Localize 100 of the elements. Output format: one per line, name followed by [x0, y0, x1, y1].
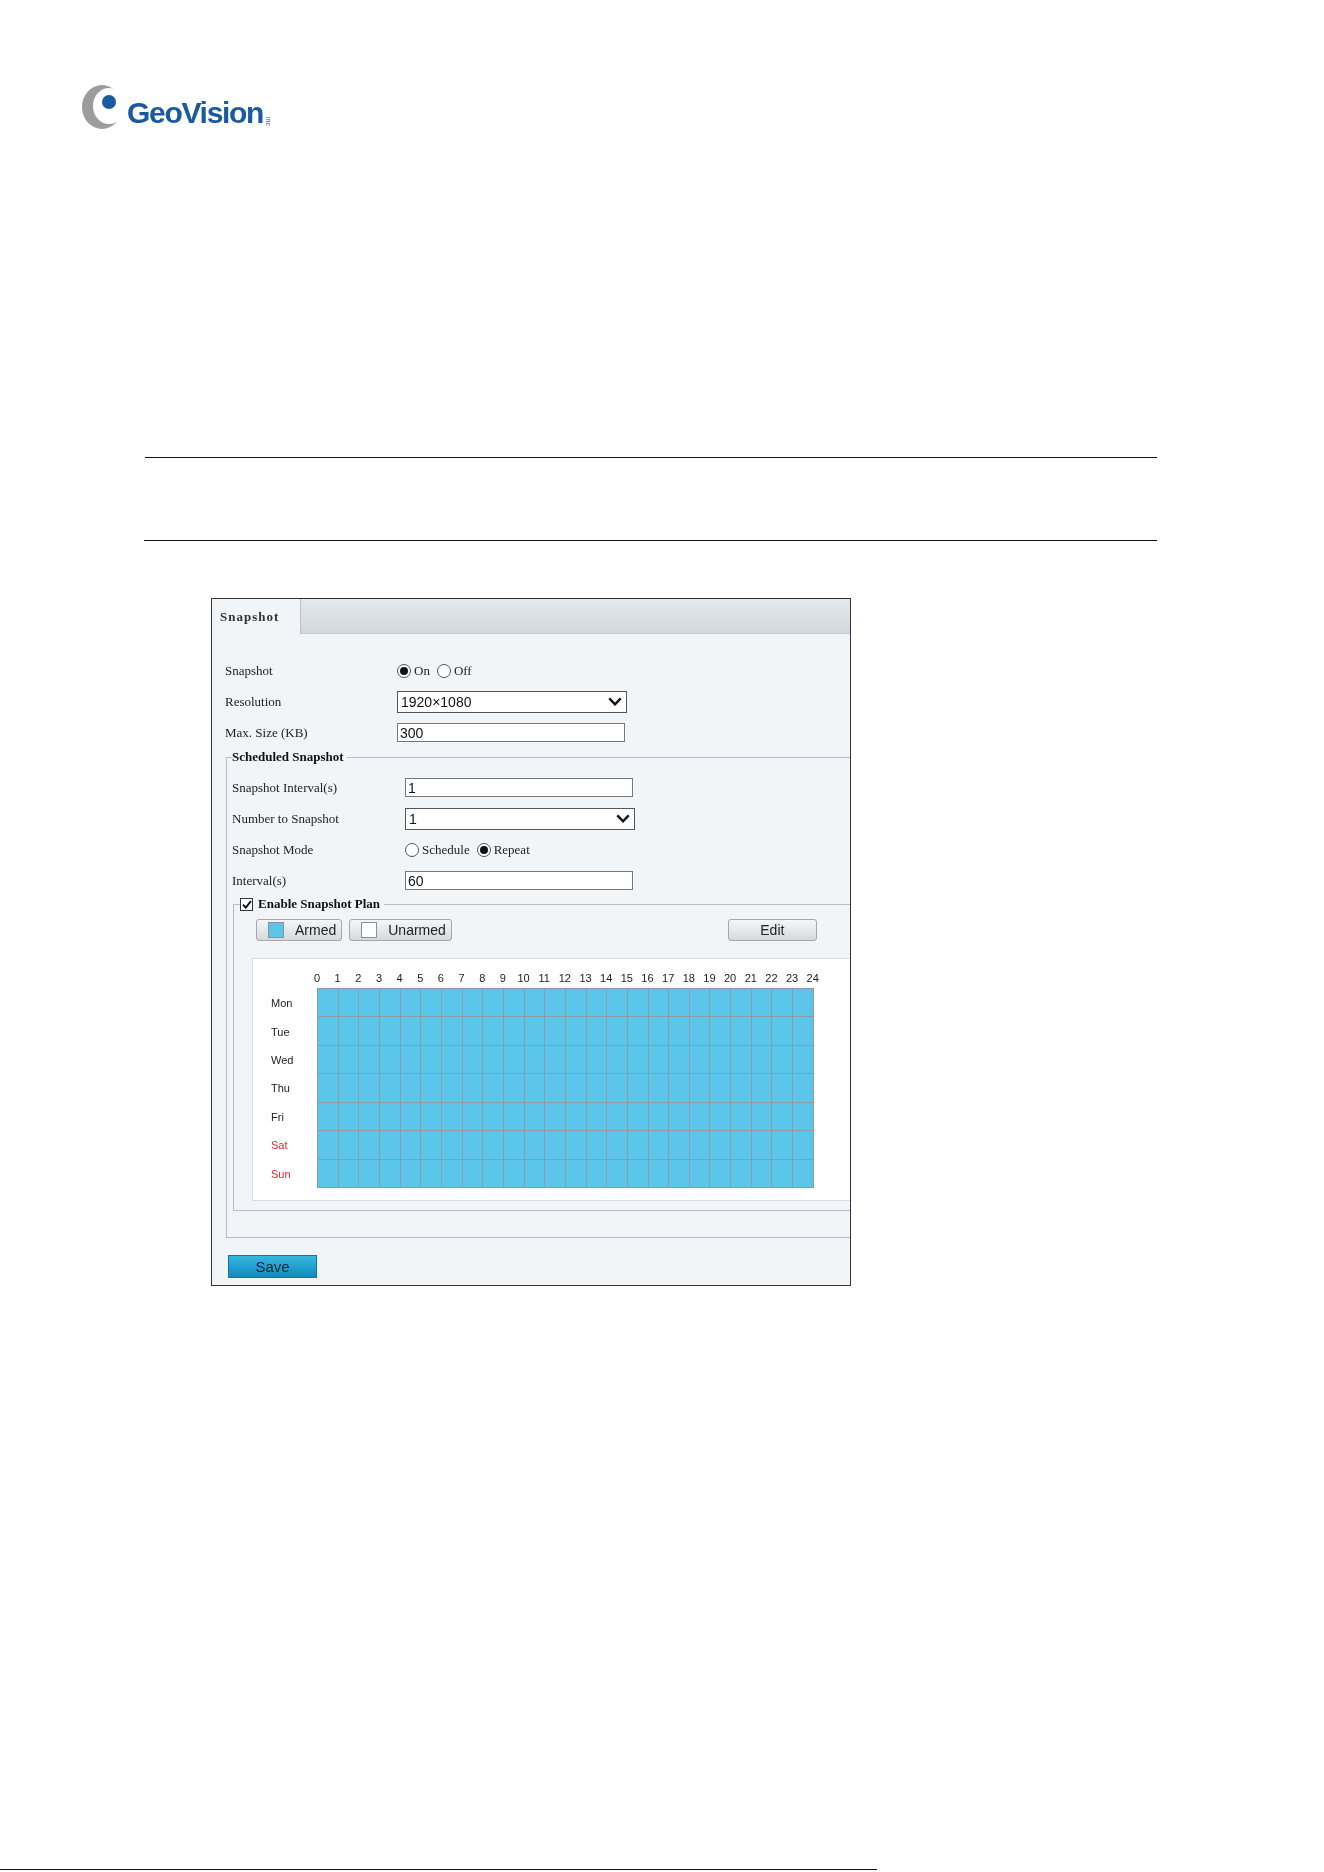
schedule-cell[interactable] — [793, 1017, 814, 1046]
schedule-cell[interactable] — [338, 1017, 360, 1046]
schedule-cell[interactable] — [483, 1045, 504, 1075]
schedule-cell[interactable] — [772, 1159, 794, 1188]
schedule-cell[interactable] — [503, 989, 525, 1018]
radio-button[interactable] — [397, 663, 411, 678]
schedule-cell[interactable] — [731, 1102, 752, 1132]
schedule-cell[interactable] — [586, 989, 608, 1018]
schedule-cell[interactable] — [359, 1131, 380, 1160]
schedule-cell[interactable] — [441, 989, 463, 1018]
schedule-cell[interactable] — [627, 1017, 649, 1046]
schedule-cell[interactable] — [607, 989, 628, 1018]
schedule-cell[interactable] — [751, 1074, 773, 1103]
schedule-cell[interactable] — [483, 989, 504, 1018]
schedule-cell[interactable] — [772, 1074, 794, 1103]
schedule-cell[interactable] — [359, 1159, 380, 1188]
tab[interactable]: Snapshot — [212, 599, 301, 634]
schedule-cell[interactable] — [669, 1131, 690, 1160]
schedule-cell[interactable] — [483, 1131, 504, 1160]
schedule-cell[interactable] — [318, 1159, 339, 1188]
schedule-cell[interactable] — [710, 1102, 732, 1132]
schedule-cell[interactable] — [441, 1131, 463, 1160]
text-field[interactable]: 300 — [397, 723, 625, 742]
schedule-cell[interactable] — [607, 1017, 628, 1046]
schedule-cell[interactable] — [400, 1131, 422, 1160]
checkbox[interactable] — [240, 897, 253, 911]
schedule-cell[interactable] — [710, 1017, 732, 1046]
schedule-cell[interactable] — [318, 1045, 339, 1075]
schedule-cell[interactable] — [400, 1017, 422, 1046]
schedule-cell[interactable] — [586, 1074, 608, 1103]
schedule-cell[interactable] — [793, 1102, 814, 1132]
schedule-cell[interactable] — [689, 1017, 711, 1046]
schedule-cell[interactable] — [731, 1045, 752, 1075]
schedule-cell[interactable] — [503, 1017, 525, 1046]
schedule-cell[interactable] — [338, 989, 360, 1018]
schedule-cell[interactable] — [483, 1074, 504, 1103]
schedule-cell[interactable] — [586, 1017, 608, 1046]
schedule-cell[interactable] — [669, 1159, 690, 1188]
schedule-cell[interactable] — [379, 989, 401, 1018]
schedule-cell[interactable] — [545, 989, 566, 1018]
schedule-cell[interactable] — [545, 1159, 566, 1188]
schedule-cell[interactable] — [359, 1074, 380, 1103]
schedule-cell[interactable] — [421, 1074, 442, 1103]
schedule-cell[interactable] — [421, 1045, 442, 1075]
schedule-cell[interactable] — [441, 1074, 463, 1103]
schedule-cell[interactable] — [669, 1017, 690, 1046]
schedule-cell[interactable] — [607, 1045, 628, 1075]
schedule-cell[interactable] — [669, 1045, 690, 1075]
schedule-cell[interactable] — [772, 1045, 794, 1075]
schedule-cell[interactable] — [565, 1017, 587, 1046]
schedule-cell[interactable] — [379, 1131, 401, 1160]
schedule-cell[interactable] — [710, 989, 732, 1018]
schedule-cell[interactable] — [710, 1159, 732, 1188]
schedule-cell[interactable] — [565, 1074, 587, 1103]
legend-button[interactable]: Armed — [256, 919, 343, 941]
schedule-cell[interactable] — [751, 1131, 773, 1160]
legend-button[interactable]: Unarmed — [349, 919, 452, 941]
schedule-cell[interactable] — [379, 1074, 401, 1103]
schedule-cell[interactable] — [359, 1102, 380, 1132]
schedule-cell[interactable] — [669, 1102, 690, 1132]
schedule-cell[interactable] — [503, 1074, 525, 1103]
schedule-cell[interactable] — [731, 1159, 752, 1188]
schedule-cell[interactable] — [441, 1017, 463, 1046]
schedule-cell[interactable] — [379, 1017, 401, 1046]
schedule-cell[interactable] — [793, 989, 814, 1018]
schedule-cell[interactable] — [793, 1074, 814, 1103]
schedule-cell[interactable] — [772, 1102, 794, 1132]
schedule-cell[interactable] — [731, 1074, 752, 1103]
schedule-cell[interactable] — [669, 989, 690, 1018]
schedule-cell[interactable] — [689, 1131, 711, 1160]
schedule-cell[interactable] — [462, 1131, 484, 1160]
schedule-cell[interactable] — [462, 1017, 484, 1046]
schedule-cell[interactable] — [545, 1074, 566, 1103]
schedule-cell[interactable] — [421, 989, 442, 1018]
schedule-cell[interactable] — [772, 989, 794, 1018]
schedule-cell[interactable] — [524, 1131, 546, 1160]
edit-button[interactable]: Edit — [727, 919, 817, 941]
schedule-cell[interactable] — [586, 1131, 608, 1160]
schedule-cell[interactable] — [751, 1017, 773, 1046]
radio-button[interactable] — [476, 842, 491, 857]
schedule-cell[interactable] — [710, 1045, 732, 1075]
schedule-cell[interactable] — [607, 1159, 628, 1188]
schedule-cell[interactable] — [648, 1074, 670, 1103]
schedule-cell[interactable] — [793, 1045, 814, 1075]
schedule-cell[interactable] — [483, 1017, 504, 1046]
schedule-cell[interactable] — [648, 989, 670, 1018]
schedule-cell[interactable] — [462, 1074, 484, 1103]
schedule-cell[interactable] — [483, 1102, 504, 1132]
schedule-cell[interactable] — [318, 1017, 339, 1046]
schedule-cell[interactable] — [627, 1074, 649, 1103]
schedule-cell[interactable] — [421, 1131, 442, 1160]
schedule-cell[interactable] — [359, 989, 380, 1018]
schedule-cell[interactable] — [421, 1159, 442, 1188]
schedule-cell[interactable] — [772, 1017, 794, 1046]
schedule-cell[interactable] — [689, 1074, 711, 1103]
schedule-cell[interactable] — [338, 1074, 360, 1103]
schedule-cell[interactable] — [627, 1131, 649, 1160]
schedule-cell[interactable] — [607, 1131, 628, 1160]
schedule-cell[interactable] — [400, 1074, 422, 1103]
schedule-cell[interactable] — [627, 989, 649, 1018]
